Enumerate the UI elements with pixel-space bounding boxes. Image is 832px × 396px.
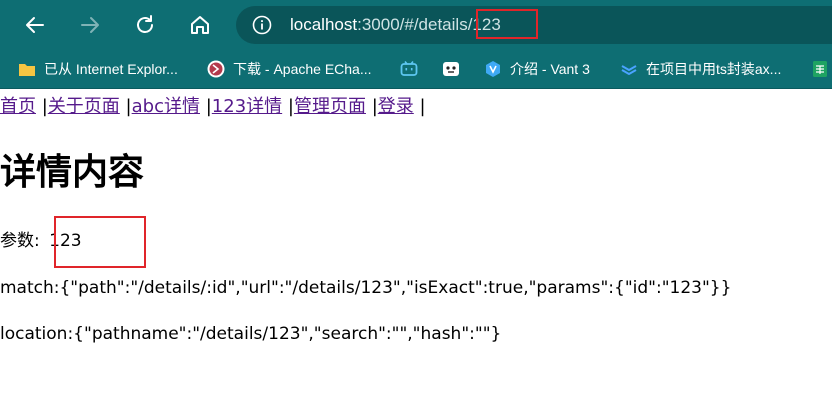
url-highlight-box bbox=[476, 9, 538, 39]
nav-separator: | bbox=[419, 96, 426, 117]
bookmark-ts-axios[interactable]: 在项目中用ts封装ax... bbox=[620, 59, 781, 79]
vant-icon bbox=[486, 61, 500, 77]
arrow-left-icon bbox=[26, 17, 44, 33]
bookmarks-bar: 已从 Internet Explor... 下载 - Apache ECha..… bbox=[0, 51, 832, 89]
param-label: 参数: bbox=[0, 231, 40, 251]
link-login[interactable]: 登录 bbox=[378, 96, 414, 117]
bookmark-label: 在项目中用ts封装ax... bbox=[646, 61, 782, 77]
bilibili-icon bbox=[400, 61, 418, 76]
info-icon[interactable] bbox=[252, 15, 272, 35]
home-button[interactable] bbox=[183, 8, 217, 42]
bookmark-ie-folder[interactable]: 已从 Internet Explor... bbox=[18, 59, 178, 79]
link-home[interactable]: 首页 bbox=[0, 96, 36, 117]
bookmark-label: 已从 Internet Explor... bbox=[44, 61, 178, 77]
url-text[interactable]: localhost:3000/#/details/123 bbox=[290, 15, 501, 35]
bookmark-sheets[interactable] bbox=[811, 59, 832, 79]
back-button[interactable] bbox=[18, 8, 52, 42]
browser-toolbar: localhost:3000/#/details/123 bbox=[0, 0, 832, 51]
link-123-detail[interactable]: 123详情 bbox=[212, 96, 282, 117]
bookmark-bilibili[interactable] bbox=[400, 59, 426, 79]
url-path: :3000/#/details/ bbox=[357, 15, 473, 34]
sheets-icon bbox=[813, 61, 827, 77]
echarts-icon bbox=[207, 60, 225, 78]
bookmark-label: 介绍 - Vant 3 bbox=[510, 61, 590, 77]
link-about[interactable]: 关于页面 bbox=[48, 96, 120, 117]
link-admin[interactable]: 管理页面 bbox=[294, 96, 366, 117]
home-icon bbox=[191, 16, 209, 34]
arrow-right-icon bbox=[81, 17, 99, 33]
url-host: localhost bbox=[290, 15, 358, 34]
param-highlight-box bbox=[54, 216, 146, 268]
game-icon bbox=[443, 62, 459, 76]
bookmark-game[interactable] bbox=[442, 59, 468, 79]
location-text: location:{"pathname":"/details/123","sea… bbox=[0, 324, 502, 344]
reload-button[interactable] bbox=[128, 8, 162, 42]
match-text: match:{"path":"/details/:id","url":"/det… bbox=[0, 278, 732, 298]
page-title: 详情内容 bbox=[0, 152, 145, 193]
folder-icon bbox=[19, 64, 35, 76]
layers-icon bbox=[621, 65, 637, 75]
refresh-icon bbox=[137, 15, 153, 33]
bookmark-label: 下载 - Apache ECha... bbox=[233, 61, 372, 77]
forward-button[interactable] bbox=[73, 8, 107, 42]
bookmark-echarts[interactable]: 下载 - Apache ECha... bbox=[207, 59, 372, 79]
nav-links: 首页 |关于页面 |abc详情 |123详情 |管理页面 |登录 | bbox=[0, 95, 426, 119]
link-abc-detail[interactable]: abc详情 bbox=[132, 96, 200, 117]
bookmark-vant[interactable]: 介绍 - Vant 3 bbox=[484, 59, 590, 79]
